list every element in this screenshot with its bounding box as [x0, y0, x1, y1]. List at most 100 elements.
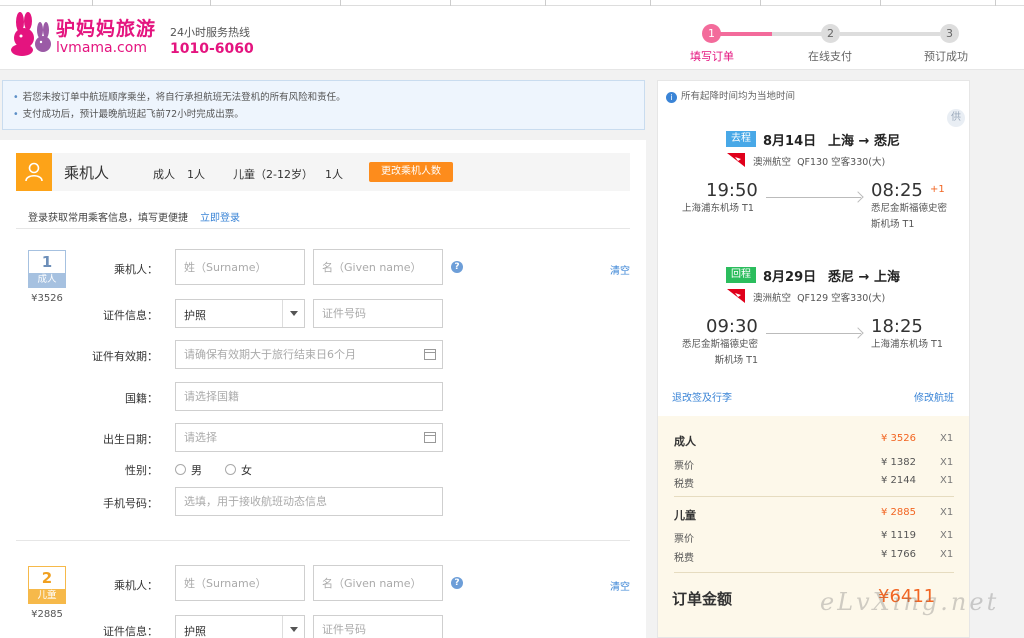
id-expiry-placeholder: 请确保有效期大于旅行结束日6个月 [184, 348, 356, 361]
price-label: 儿童 [674, 509, 696, 522]
passenger-1-price: ¥3526 [31, 293, 63, 304]
step-2-dot: 2 [821, 24, 840, 43]
return-arr-airport: 上海浦东机场 T1 [871, 339, 943, 350]
gender-male-label: 男 [191, 464, 202, 477]
step-progress-done [712, 32, 772, 36]
birthday-input[interactable]: 请选择 [175, 423, 443, 452]
user-icon [25, 162, 43, 182]
info-icon: i [666, 92, 677, 103]
id-type-select[interactable]: 护照 [175, 299, 305, 328]
chevron-down-icon [282, 616, 304, 638]
clear-link[interactable]: 清空 [610, 578, 630, 593]
price-qty: X1 [940, 457, 954, 468]
return-route: 悉尼 → 上海 [828, 270, 900, 285]
outbound-arr-airport: 悉尼金斯福德史密斯机场 T1 [871, 203, 948, 230]
qantas-logo-icon [727, 153, 745, 167]
gender-female-label: 女 [241, 464, 252, 477]
price-amount: ¥ 2885 [881, 507, 916, 518]
passenger-title: 乘机人 [64, 164, 110, 182]
hotline-number: 1010-6060 [170, 41, 254, 57]
passenger-icon [16, 153, 52, 191]
price-label: 成人 [674, 435, 696, 448]
passenger-number: 1 [29, 251, 65, 273]
login-link[interactable]: 立即登录 [200, 213, 240, 224]
passenger-1-badge: 1 成人 [28, 250, 66, 288]
id-type-value: 护照 [184, 309, 206, 322]
qantas-logo-icon [727, 289, 745, 303]
return-arr-time: 18:25 [871, 316, 923, 337]
price-qty: X1 [940, 475, 954, 486]
step-1-label: 填写订单 [690, 50, 734, 63]
price-label: 票价 [674, 534, 694, 545]
outbound-plus-day: +1 [930, 184, 945, 195]
lvmama-logo[interactable]: 驴妈妈旅游 lvmama.com [8, 12, 158, 58]
given-name-input[interactable] [313, 249, 443, 285]
radio-circle [225, 464, 236, 475]
id-number-input[interactable] [313, 615, 443, 638]
given-name-input[interactable] [313, 565, 443, 601]
surname-input[interactable] [175, 565, 305, 601]
return-airline-name: 澳洲航空 [753, 293, 792, 304]
outbound-airline-name: 澳洲航空 [753, 157, 792, 168]
flight-summary-panel: i 所有起降时间均为当地时间 供 去程 8月14日 上海 → 悉尼 澳洲航空 QF… [657, 80, 970, 638]
surname-label: 乘机人： [114, 579, 158, 592]
divider [674, 496, 954, 497]
notice-line: 若您未按订单中航班顺序乘坐，将自行承担航班无法登机的所有风险和责任。 [13, 89, 634, 106]
passenger-panel: 乘机人 成人 1人 儿童（2-12岁） 1人 更改乘机人数 登录获取常用乘客信息，填… [0, 140, 646, 638]
phone-input[interactable] [175, 487, 443, 516]
step-3-label: 预订成功 [924, 50, 968, 63]
price-qty: X1 [940, 433, 954, 444]
step-3-dot: 3 [940, 24, 959, 43]
passenger-header: 乘机人 成人 1人 儿童（2-12岁） 1人 更改乘机人数 [16, 153, 630, 191]
order-total-label: 订单金额 [672, 590, 733, 608]
price-label: 税费 [674, 553, 694, 564]
passenger-number: 2 [29, 567, 65, 589]
passenger-type-tag: 儿童 [29, 589, 65, 603]
child-count-value: 1人 [324, 168, 343, 181]
outbound-airline: 澳洲航空 QF130 空客330(大) [753, 154, 885, 168]
nationality-input[interactable] [175, 382, 443, 411]
refund-baggage-link[interactable]: 退改签及行李 [672, 389, 732, 404]
outbound-flight-number: QF130 空客330(大) [797, 157, 886, 168]
arrow-right-icon [766, 333, 861, 334]
phone-label: 手机号码： [103, 497, 158, 510]
birthday-placeholder: 请选择 [184, 431, 217, 444]
gender-male-radio[interactable]: 男 [175, 462, 202, 478]
price-qty: X1 [940, 549, 954, 560]
price-amount: ¥ 1382 [881, 457, 916, 468]
child-tax-row: 税费 ¥ 1766 X1 [674, 549, 954, 565]
help-icon[interactable]: ? [451, 577, 463, 589]
id-expiry-input[interactable]: 请确保有效期大于旅行结束日6个月 [175, 340, 443, 369]
return-dep-airport: 悉尼金斯福德史密斯机场 T1 [681, 339, 758, 366]
passenger-2-badge: 2 儿童 [28, 566, 66, 604]
price-qty: X1 [940, 530, 954, 541]
divider [16, 228, 630, 229]
return-dep-time: 09:30 [706, 316, 758, 337]
price-amount: ¥ 2144 [881, 475, 916, 486]
logo-text-cn: 驴妈妈旅游 [56, 18, 157, 40]
change-passenger-count-button[interactable]: 更改乘机人数 [369, 162, 453, 182]
passenger-type-tag: 成人 [29, 273, 65, 287]
modify-flight-link[interactable]: 修改航班 [914, 389, 954, 404]
adult-ticket-row: 票价 ¥ 1382 X1 [674, 457, 954, 473]
outbound-dep-airport: 上海浦东机场 T1 [682, 203, 754, 214]
clear-link[interactable]: 清空 [610, 262, 630, 277]
help-icon[interactable]: ? [451, 261, 463, 273]
id-number-input[interactable] [313, 299, 443, 328]
gender-female-radio[interactable]: 女 [225, 462, 252, 478]
price-label: 票价 [674, 461, 694, 472]
surname-input[interactable] [175, 249, 305, 285]
supplier-badge-icon: 供 [947, 109, 965, 127]
arrow-right-icon [766, 197, 861, 198]
return-airline: 澳洲航空 QF129 空客330(大) [753, 290, 885, 304]
price-label: 税费 [674, 479, 694, 490]
return-flight-number: QF129 空客330(大) [797, 293, 886, 304]
order-notice: 若您未按订单中航班顺序乘坐，将自行承担航班无法登机的所有风险和责任。 支付成功后… [2, 80, 645, 130]
child-count-label: 儿童（2-12岁） [233, 168, 313, 181]
surname-label: 乘机人： [114, 263, 158, 276]
return-tag: 回程 [726, 267, 756, 283]
step-progress-line [840, 32, 940, 36]
outbound-route: 上海 → 悉尼 [828, 134, 900, 149]
id-type-select[interactable]: 护照 [175, 615, 305, 638]
passenger-2-price: ¥2885 [31, 609, 63, 620]
